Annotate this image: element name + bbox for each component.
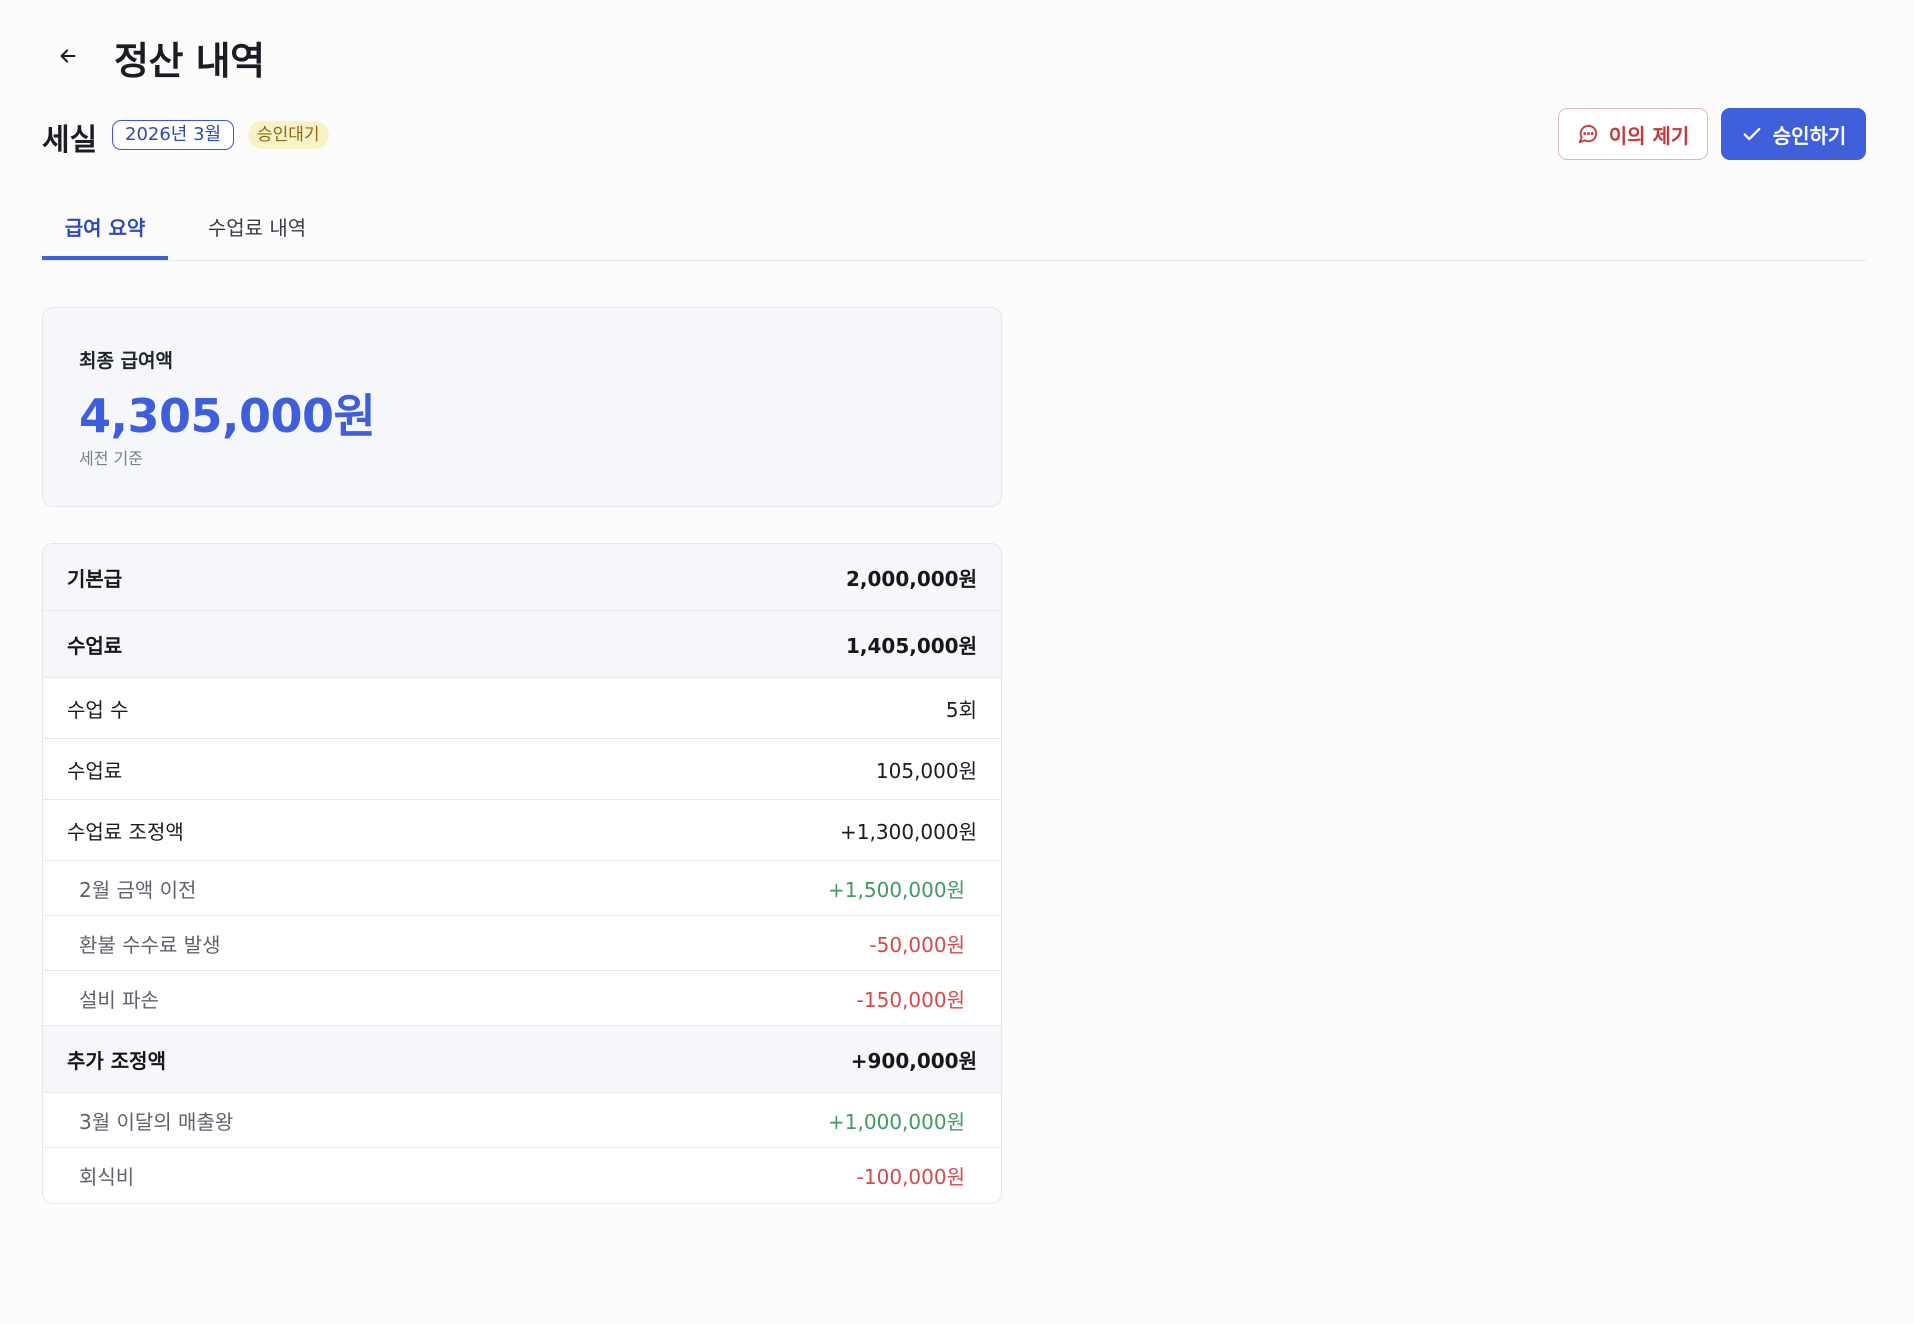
table-row: 2월 금액 이전 +1,500,000원 [43,861,1001,916]
row-value: 105,000원 [875,758,977,783]
row-label: 설비 파손 [79,987,159,1012]
salary-breakdown-table: 기본급 2,000,000원 수업료 1,405,000원 수업 수 5회 수업… [42,543,1002,1204]
row-label: 환불 수수료 발생 [79,932,221,957]
row-label: 수업 수 [67,697,129,722]
row-value: +1,000,000원 [828,1109,965,1134]
tab-bar: 급여 요약 수업료 내역 [42,200,1866,261]
row-label: 2월 금액 이전 [79,877,197,902]
row-label: 수업료 [67,758,123,783]
table-row: 수업료 105,000원 [43,739,1001,800]
row-value: 5회 [945,697,977,722]
row-value: +1,300,000원 [840,819,977,844]
row-value: +900,000원 [850,1048,977,1073]
employee-name: 세실 [42,123,98,158]
table-row: 회식비 -100,000원 [43,1148,1001,1203]
status-badge: 승인대기 [248,121,329,149]
row-label: 수업료 조정액 [67,819,184,844]
table-row: 환불 수수료 발생 -50,000원 [43,916,1001,971]
row-label: 회식비 [79,1165,135,1189]
table-row: 수업료 조정액 +1,300,000원 [43,800,1001,861]
row-value: -50,000원 [869,932,965,957]
row-label: 기본급 [67,566,123,591]
table-row: 설비 파손 -150,000원 [43,971,1001,1026]
table-row: 기본급 2,000,000원 [43,544,1001,611]
objection-button[interactable]: 이의 제기 [1558,108,1708,160]
table-row: 3월 이달의 매출왕 +1,000,000원 [43,1093,1001,1148]
row-value: -150,000원 [856,987,965,1012]
back-button[interactable] [52,40,84,72]
message-circle-icon [1578,125,1597,144]
page-title: 정산 내역 [114,39,265,83]
row-value: 2,000,000원 [845,566,977,591]
row-value: 1,405,000원 [845,633,977,658]
row-label: 3월 이달의 매출왕 [79,1109,234,1134]
tab-tuition-details[interactable]: 수업료 내역 [192,200,322,258]
arrow-left-icon [60,49,76,63]
final-salary-amount: 4,305,000원 [79,389,376,443]
table-row: 수업료 1,405,000원 [43,611,1001,678]
row-label: 추가 조정액 [67,1048,166,1073]
row-value: +1,500,000원 [828,877,965,902]
tab-salary-summary[interactable]: 급여 요약 [42,200,168,260]
final-salary-note: 세전 기준 [79,449,143,468]
check-icon [1743,127,1761,141]
table-row: 추가 조정액 +900,000원 [43,1026,1001,1093]
period-badge: 2026년 3월 [112,120,235,150]
approve-button[interactable]: 승인하기 [1721,108,1866,160]
table-row: 수업 수 5회 [43,678,1001,739]
settlement-page: 정산 내역 세실 2026년 3월 승인대기 이의 제기 승인하기 급여 요약 … [0,0,1914,1324]
approve-label: 승인하기 [1772,123,1847,148]
row-label: 수업료 [67,633,123,658]
objection-label: 이의 제기 [1608,123,1690,148]
row-value: -100,000원 [856,1165,965,1189]
final-salary-card: 최종 급여액 4,305,000원 세전 기준 [42,307,1002,507]
final-salary-label: 최종 급여액 [79,350,174,372]
